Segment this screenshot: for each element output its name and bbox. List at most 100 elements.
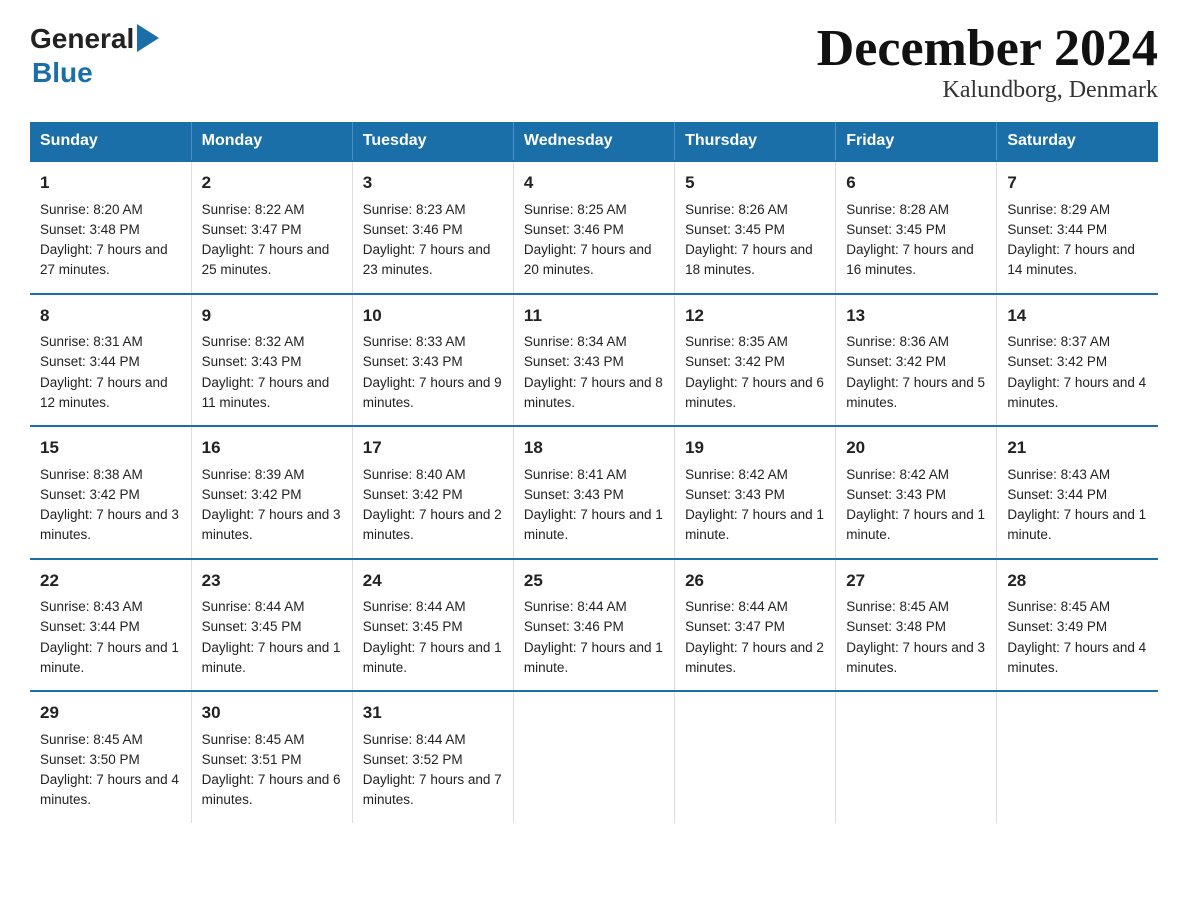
sunset-info: Sunset: 3:43 PM (363, 354, 463, 369)
sunset-info: Sunset: 3:45 PM (363, 619, 463, 634)
sunrise-info: Sunrise: 8:42 AM (685, 467, 788, 482)
sunrise-info: Sunrise: 8:26 AM (685, 202, 788, 217)
sunset-info: Sunset: 3:42 PM (202, 487, 302, 502)
sunrise-info: Sunrise: 8:43 AM (1007, 467, 1110, 482)
sunset-info: Sunset: 3:45 PM (685, 222, 785, 237)
daylight-info: Daylight: 7 hours and 3 minutes. (846, 640, 985, 675)
sunrise-info: Sunrise: 8:45 AM (846, 599, 949, 614)
sunrise-info: Sunrise: 8:20 AM (40, 202, 143, 217)
table-row: 26Sunrise: 8:44 AMSunset: 3:47 PMDayligh… (675, 559, 836, 692)
logo-general-text: General (30, 23, 134, 55)
sunset-info: Sunset: 3:47 PM (685, 619, 785, 634)
sunset-info: Sunset: 3:42 PM (846, 354, 946, 369)
daylight-info: Daylight: 7 hours and 27 minutes. (40, 242, 168, 277)
sunset-info: Sunset: 3:42 PM (40, 487, 140, 502)
page-header: General Blue December 2024 Kalundborg, D… (30, 20, 1158, 104)
table-row: 19Sunrise: 8:42 AMSunset: 3:43 PMDayligh… (675, 426, 836, 559)
sunset-info: Sunset: 3:52 PM (363, 752, 463, 767)
daylight-info: Daylight: 7 hours and 2 minutes. (363, 507, 502, 542)
day-number: 21 (1007, 435, 1148, 461)
sunrise-info: Sunrise: 8:44 AM (363, 732, 466, 747)
daylight-info: Daylight: 7 hours and 6 minutes. (202, 772, 341, 807)
table-row (836, 691, 997, 823)
sunrise-info: Sunrise: 8:45 AM (40, 732, 143, 747)
logo-arrow-icon (137, 24, 159, 52)
table-row: 3Sunrise: 8:23 AMSunset: 3:46 PMDaylight… (352, 161, 513, 294)
daylight-info: Daylight: 7 hours and 9 minutes. (363, 375, 502, 410)
col-tuesday: Tuesday (352, 122, 513, 161)
daylight-info: Daylight: 7 hours and 1 minute. (1007, 507, 1146, 542)
day-number: 25 (524, 568, 664, 594)
table-row: 1Sunrise: 8:20 AMSunset: 3:48 PMDaylight… (30, 161, 191, 294)
day-number: 26 (685, 568, 825, 594)
title-section: December 2024 Kalundborg, Denmark (817, 20, 1158, 104)
table-row: 27 Sunrise: 8:45 AM Sunset: 3:48 PM Dayligh… (836, 559, 997, 692)
logo: General Blue (30, 20, 159, 89)
sunrise-info: Sunrise: 8:40 AM (363, 467, 466, 482)
col-saturday: Saturday (997, 122, 1158, 161)
daylight-info: Daylight: 7 hours and 11 minutes. (202, 375, 330, 410)
daylight-info: Daylight: 7 hours and 1 minute. (363, 640, 502, 675)
sunset-info: Sunset: 3:49 PM (1007, 619, 1107, 634)
table-row: 25Sunrise: 8:44 AMSunset: 3:46 PMDayligh… (513, 559, 674, 692)
table-row: 28 Sunrise: 8:45 AM Sunset: 3:49 PM Dayligh… (997, 559, 1158, 692)
day-number: 18 (524, 435, 664, 461)
sunset-info: Sunset: 3:43 PM (202, 354, 302, 369)
day-number: 17 (363, 435, 503, 461)
sunrise-info: Sunrise: 8:45 AM (1007, 599, 1110, 614)
sunrise-info: Sunrise: 8:22 AM (202, 202, 305, 217)
sunrise-info: Sunrise: 8:44 AM (524, 599, 627, 614)
daylight-info: Daylight: 7 hours and 25 minutes. (202, 242, 330, 277)
calendar-week-row: 22Sunrise: 8:43 AMSunset: 3:44 PMDayligh… (30, 559, 1158, 692)
sunset-info: Sunset: 3:44 PM (1007, 487, 1107, 502)
sunrise-info: Sunrise: 8:28 AM (846, 202, 949, 217)
calendar-header-row: Sunday Monday Tuesday Wednesday Thursday… (30, 122, 1158, 161)
table-row: 15Sunrise: 8:38 AMSunset: 3:42 PMDayligh… (30, 426, 191, 559)
table-row: 20Sunrise: 8:42 AMSunset: 3:43 PMDayligh… (836, 426, 997, 559)
table-row: 5Sunrise: 8:26 AMSunset: 3:45 PMDaylight… (675, 161, 836, 294)
sunset-info: Sunset: 3:42 PM (363, 487, 463, 502)
table-row (997, 691, 1158, 823)
calendar-week-row: 1Sunrise: 8:20 AMSunset: 3:48 PMDaylight… (30, 161, 1158, 294)
col-thursday: Thursday (675, 122, 836, 161)
sunrise-info: Sunrise: 8:35 AM (685, 334, 788, 349)
daylight-info: Daylight: 7 hours and 1 minute. (40, 640, 179, 675)
daylight-info: Daylight: 7 hours and 4 minutes. (1007, 640, 1146, 675)
calendar-week-row: 8Sunrise: 8:31 AMSunset: 3:44 PMDaylight… (30, 294, 1158, 427)
daylight-info: Daylight: 7 hours and 1 minute. (524, 640, 663, 675)
sunset-info: Sunset: 3:48 PM (846, 619, 946, 634)
sunrise-info: Sunrise: 8:44 AM (202, 599, 305, 614)
daylight-info: Daylight: 7 hours and 3 minutes. (40, 507, 179, 542)
daylight-info: Daylight: 7 hours and 18 minutes. (685, 242, 813, 277)
table-row: 10Sunrise: 8:33 AMSunset: 3:43 PMDayligh… (352, 294, 513, 427)
day-number: 1 (40, 170, 181, 196)
day-number: 30 (202, 700, 342, 726)
day-number: 28 (1007, 568, 1148, 594)
daylight-info: Daylight: 7 hours and 1 minute. (202, 640, 341, 675)
sunrise-info: Sunrise: 8:23 AM (363, 202, 466, 217)
table-row: 13Sunrise: 8:36 AMSunset: 3:42 PMDayligh… (836, 294, 997, 427)
sunrise-info: Sunrise: 8:34 AM (524, 334, 627, 349)
sunrise-info: Sunrise: 8:44 AM (363, 599, 466, 614)
col-friday: Friday (836, 122, 997, 161)
sunrise-info: Sunrise: 8:42 AM (846, 467, 949, 482)
sunrise-info: Sunrise: 8:25 AM (524, 202, 627, 217)
col-monday: Monday (191, 122, 352, 161)
daylight-info: Daylight: 7 hours and 5 minutes. (846, 375, 985, 410)
day-number: 10 (363, 303, 503, 329)
day-number: 9 (202, 303, 342, 329)
sunrise-info: Sunrise: 8:36 AM (846, 334, 949, 349)
day-number: 27 (846, 568, 986, 594)
table-row: 16Sunrise: 8:39 AMSunset: 3:42 PMDayligh… (191, 426, 352, 559)
day-number: 2 (202, 170, 342, 196)
logo-blue-text: Blue (32, 57, 159, 89)
table-row: 29Sunrise: 8:45 AMSunset: 3:50 PMDayligh… (30, 691, 191, 823)
table-row: 30Sunrise: 8:45 AMSunset: 3:51 PMDayligh… (191, 691, 352, 823)
sunrise-info: Sunrise: 8:45 AM (202, 732, 305, 747)
table-row (675, 691, 836, 823)
sunset-info: Sunset: 3:45 PM (846, 222, 946, 237)
calendar-week-row: 29Sunrise: 8:45 AMSunset: 3:50 PMDayligh… (30, 691, 1158, 823)
table-row: 4Sunrise: 8:25 AMSunset: 3:46 PMDaylight… (513, 161, 674, 294)
sunrise-info: Sunrise: 8:44 AM (685, 599, 788, 614)
sunrise-info: Sunrise: 8:31 AM (40, 334, 143, 349)
